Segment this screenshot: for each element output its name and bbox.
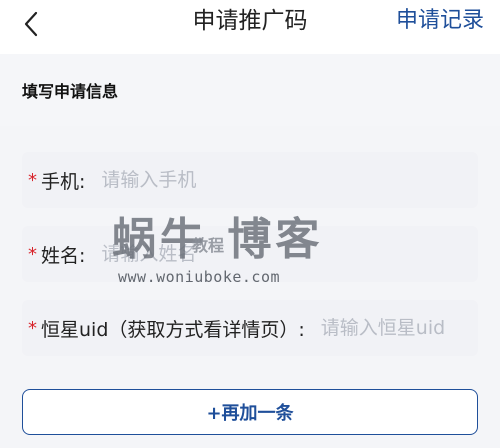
phone-label: 手机: xyxy=(41,170,86,193)
required-mark: * xyxy=(28,169,37,191)
form-section-header: 填写申请信息 xyxy=(0,54,500,126)
name-input[interactable] xyxy=(99,242,304,266)
name-field[interactable]: * 姓名: xyxy=(22,226,478,282)
uid-label: 恒星uid（获取方式看详情页）: xyxy=(41,318,305,341)
section-title: 填写申请信息 xyxy=(22,82,119,101)
name-label: 姓名: xyxy=(41,244,86,267)
phone-input[interactable] xyxy=(99,168,304,192)
required-mark: * xyxy=(28,243,37,265)
apply-records-link[interactable]: 申请记录 xyxy=(396,6,484,36)
phone-field[interactable]: * 手机: xyxy=(22,152,478,208)
header: 申请推广码 申请记录 xyxy=(0,0,500,54)
add-another-button[interactable]: +再加一条 xyxy=(22,389,478,435)
required-mark: * xyxy=(28,317,37,339)
uid-field[interactable]: * 恒星uid（获取方式看详情页）: xyxy=(22,300,478,356)
uid-input[interactable] xyxy=(318,316,463,340)
